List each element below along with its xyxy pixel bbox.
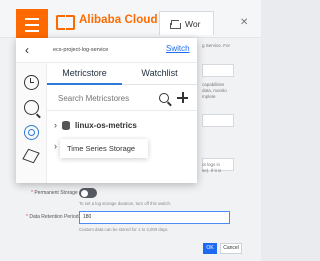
background-select[interactable] [202, 64, 234, 77]
cancel-button[interactable]: Cancel [220, 243, 242, 254]
permanent-storage-label: * Permanent Storage [31, 190, 78, 196]
add-icon[interactable] [177, 92, 188, 103]
tooltip: Time Series Storage [60, 139, 148, 158]
database-icon [62, 120, 70, 130]
query-search-icon[interactable] [24, 100, 39, 115]
ok-button[interactable]: OK [203, 243, 217, 254]
back-icon[interactable]: ‹ [25, 43, 29, 57]
background-text: mplete [202, 94, 216, 99]
project-name: ecs-project-log-service [53, 47, 109, 53]
background-text: se). If it is [202, 168, 222, 173]
popup-header: ‹ ecs-project-log-service Switch [16, 38, 197, 63]
metricstore-name: linux-os-metrics [75, 120, 137, 130]
chevron-right-icon[interactable]: › [54, 120, 57, 130]
alibaba-cloud-logo[interactable]: Alibaba Cloud [56, 14, 158, 30]
retention-help: Custom data can be stored for 1 to 3,000… [79, 227, 169, 232]
close-icon[interactable]: ✕ [240, 17, 248, 28]
chevron-right-icon[interactable]: › [54, 141, 57, 151]
search-divider [47, 110, 197, 111]
search-metricstores-input[interactable] [54, 88, 156, 108]
workspace-tab-label: Wor [185, 18, 201, 29]
tree-item-metricstore[interactable]: › linux-os-metrics [54, 118, 137, 132]
background-field[interactable] [202, 114, 234, 127]
retention-period-input[interactable]: 180 [79, 211, 230, 224]
workspace-tab[interactable]: Wor [159, 11, 214, 35]
brand-name: Alibaba Cloud [79, 14, 158, 26]
clock-icon[interactable] [24, 75, 39, 90]
top-bar: Alibaba Cloud Wor ✕ [0, 0, 261, 40]
home-icon [170, 20, 181, 29]
logo-mark-icon [56, 14, 75, 30]
permanent-storage-toggle[interactable] [79, 188, 97, 198]
tab-metricstore[interactable]: Metricstore [47, 63, 122, 85]
metrics-lens-icon[interactable] [24, 125, 39, 140]
menu-icon[interactable] [16, 9, 48, 40]
search-icon[interactable] [159, 93, 169, 103]
retention-label: * Data Retention Period [26, 214, 79, 220]
switch-link[interactable]: Switch [166, 44, 190, 53]
store-tabs: Metricstore Watchlist [47, 63, 197, 85]
cube-icon[interactable] [22, 148, 40, 164]
side-rail [16, 63, 47, 183]
tab-watchlist[interactable]: Watchlist [122, 63, 197, 85]
permanent-storage-help: To set a log storage duration, turn off … [79, 201, 172, 206]
app-window: Alibaba Cloud Wor ✕ g Service. For capab… [0, 0, 261, 261]
background-text: g Service. For [202, 43, 231, 48]
